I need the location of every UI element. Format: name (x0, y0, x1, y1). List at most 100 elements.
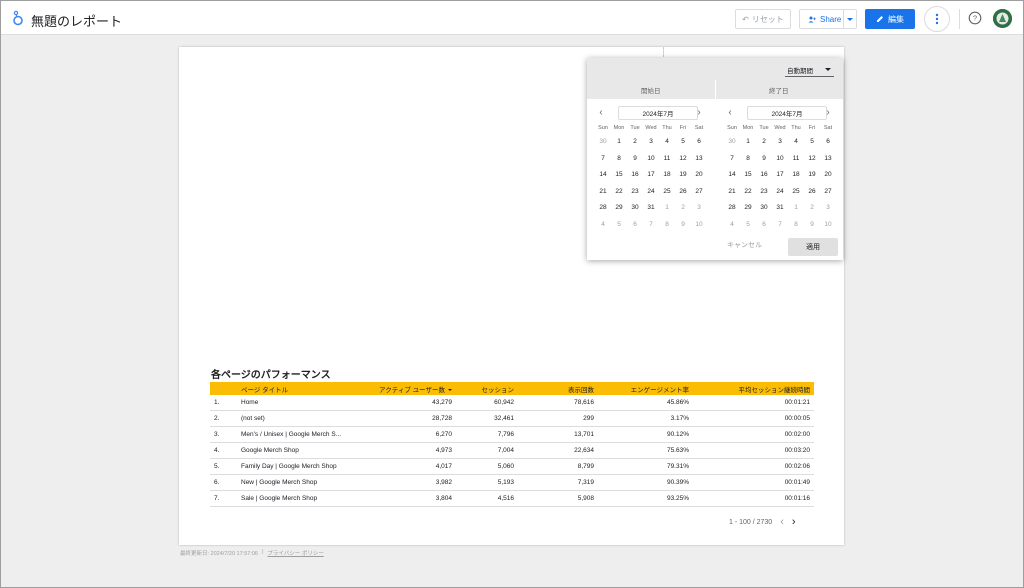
month-select[interactable]: 2024年7月 (618, 106, 698, 120)
share-button[interactable]: Share (799, 9, 857, 29)
calendar-day[interactable]: 26 (675, 184, 691, 201)
calendar-day[interactable]: 5 (611, 217, 627, 234)
calendar-day[interactable]: 22 (611, 184, 627, 201)
calendar-day[interactable]: 29 (611, 200, 627, 217)
calendar-day[interactable]: 21 (724, 184, 740, 201)
calendar-day[interactable]: 24 (643, 184, 659, 201)
calendar-day[interactable]: 25 (788, 184, 804, 201)
report-title[interactable]: 無題のレポート (31, 11, 122, 30)
calendar-day[interactable]: 30 (595, 134, 611, 151)
next-month-icon[interactable]: › (824, 107, 832, 119)
account-avatar[interactable] (993, 9, 1012, 28)
calendar-day[interactable]: 27 (691, 184, 707, 201)
calendar-day[interactable]: 20 (820, 167, 836, 184)
calendar-day[interactable]: 4 (788, 134, 804, 151)
calendar-day[interactable]: 8 (611, 151, 627, 168)
calendar-day[interactable]: 9 (675, 217, 691, 234)
calendar-day[interactable]: 7 (643, 217, 659, 234)
calendar-day[interactable]: 5 (804, 134, 820, 151)
next-page-icon[interactable]: › (792, 516, 796, 528)
calendar-day[interactable]: 26 (804, 184, 820, 201)
reset-button[interactable]: ↶ リセット (735, 9, 791, 29)
calendar-day[interactable]: 18 (788, 167, 804, 184)
calendar-day[interactable]: 16 (756, 167, 772, 184)
column-header-page-title[interactable]: ページ タイトル (238, 384, 374, 394)
privacy-policy-link[interactable]: プライバシー ポリシー (267, 549, 323, 557)
period-select[interactable]: 自動期間 (785, 63, 834, 77)
calendar-day[interactable]: 10 (772, 151, 788, 168)
calendar-day[interactable]: 15 (740, 167, 756, 184)
share-options-button[interactable] (843, 10, 856, 28)
prev-month-icon[interactable]: ‹ (726, 107, 734, 119)
table-row[interactable]: 2. (not set) 28,728 32,461 299 3.17% 00:00:05 (210, 411, 814, 427)
calendar-day[interactable]: 3 (772, 134, 788, 151)
calendar-day[interactable]: 19 (804, 167, 820, 184)
calendar-day[interactable]: 2 (675, 200, 691, 217)
calendar-day[interactable]: 30 (627, 200, 643, 217)
calendar-day[interactable]: 5 (675, 134, 691, 151)
calendar-day[interactable]: 17 (643, 167, 659, 184)
calendar-day[interactable]: 2 (756, 134, 772, 151)
calendar-day[interactable]: 6 (820, 134, 836, 151)
calendar-day[interactable]: 27 (820, 184, 836, 201)
calendar-day[interactable]: 12 (675, 151, 691, 168)
calendar-day[interactable]: 28 (595, 200, 611, 217)
calendar-day[interactable]: 4 (659, 134, 675, 151)
calendar-day[interactable]: 15 (611, 167, 627, 184)
calendar-day[interactable]: 1 (611, 134, 627, 151)
apply-button[interactable]: 適用 (788, 238, 838, 256)
more-options-button[interactable] (924, 6, 950, 32)
calendar-day[interactable]: 4 (595, 217, 611, 234)
calendar-day[interactable]: 6 (691, 134, 707, 151)
calendar-day[interactable]: 10 (643, 151, 659, 168)
cancel-button[interactable]: キャンセル (727, 240, 762, 250)
column-header-engagement-rate[interactable]: エンゲージメント率 (598, 384, 693, 394)
table-row[interactable]: 5. Family Day | Google Merch Shop 4,017 5,0… (210, 459, 814, 475)
calendar-day[interactable]: 10 (820, 217, 836, 234)
table-row[interactable]: 1. Home 43,279 60,942 78,616 45.86% 00:01:21 (210, 395, 814, 411)
calendar-day[interactable]: 30 (724, 134, 740, 151)
calendar-day[interactable]: 25 (659, 184, 675, 201)
prev-page-icon[interactable]: ‹ (780, 516, 784, 528)
calendar-day[interactable]: 8 (788, 217, 804, 234)
calendar-day[interactable]: 2 (627, 134, 643, 151)
calendar-day[interactable]: 8 (659, 217, 675, 234)
calendar-day[interactable]: 13 (691, 151, 707, 168)
calendar-day[interactable]: 28 (724, 200, 740, 217)
calendar-day[interactable]: 3 (643, 134, 659, 151)
calendar-day[interactable]: 3 (691, 200, 707, 217)
calendar-day[interactable]: 7 (724, 151, 740, 168)
calendar-day[interactable]: 31 (772, 200, 788, 217)
calendar-day[interactable]: 4 (724, 217, 740, 234)
calendar-day[interactable]: 24 (772, 184, 788, 201)
calendar-day[interactable]: 10 (691, 217, 707, 234)
edit-button[interactable]: 編集 (865, 9, 915, 29)
calendar-day[interactable]: 11 (788, 151, 804, 168)
column-header-views[interactable]: 表示回数 (518, 384, 598, 394)
calendar-day[interactable]: 9 (756, 151, 772, 168)
end-date-label[interactable]: 終了日 (769, 85, 789, 95)
calendar-day[interactable]: 1 (659, 200, 675, 217)
calendar-day[interactable]: 23 (627, 184, 643, 201)
table-row[interactable]: 3. Men's / Unisex | Google Merch S... 6,27… (210, 427, 814, 443)
column-header-avg-session-duration[interactable]: 平均セッション継続時間 (693, 384, 814, 394)
calendar-day[interactable]: 31 (643, 200, 659, 217)
calendar-day[interactable]: 19 (675, 167, 691, 184)
calendar-day[interactable]: 17 (772, 167, 788, 184)
calendar-day[interactable]: 8 (740, 151, 756, 168)
calendar-day[interactable]: 18 (659, 167, 675, 184)
calendar-day[interactable]: 14 (724, 167, 740, 184)
column-header-sessions[interactable]: セッション (456, 384, 518, 394)
calendar-day[interactable]: 21 (595, 184, 611, 201)
calendar-day[interactable]: 23 (756, 184, 772, 201)
month-select[interactable]: 2024年7月 (747, 106, 827, 120)
next-month-icon[interactable]: › (695, 107, 703, 119)
calendar-day[interactable]: 14 (595, 167, 611, 184)
column-header-active-users[interactable]: アクティブ ユーザー数 (374, 384, 456, 394)
calendar-day[interactable]: 9 (804, 217, 820, 234)
calendar-day[interactable]: 22 (740, 184, 756, 201)
calendar-day[interactable]: 7 (595, 151, 611, 168)
calendar-day[interactable]: 30 (756, 200, 772, 217)
calendar-day[interactable]: 29 (740, 200, 756, 217)
calendar-day[interactable]: 5 (740, 217, 756, 234)
